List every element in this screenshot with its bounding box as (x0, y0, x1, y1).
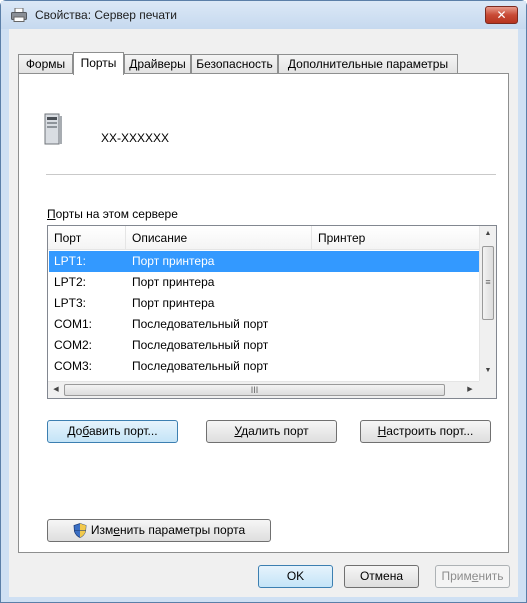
description-cell: Порт принтера (132, 296, 215, 310)
window-title: Свойства: Сервер печати (35, 8, 177, 22)
tab-forms[interactable]: Формы (18, 54, 73, 74)
port-cell: LPT1: (54, 254, 87, 268)
dialog-window: Свойства: Сервер печати ✕ Формы Порты Др… (0, 0, 527, 603)
column-header-printer[interactable]: Принтер (312, 226, 480, 250)
printer-icon (11, 8, 27, 22)
port-row[interactable]: COM3: Последовательный порт (49, 356, 479, 377)
scroll-up-icon[interactable]: ▲ (482, 230, 494, 237)
add-port-button[interactable]: Добавить порт... (47, 420, 178, 443)
port-row[interactable]: LPT1: Порт принтера (49, 251, 479, 272)
port-row[interactable]: COM2: Последовательный порт (49, 335, 479, 356)
port-cell: COM3: (54, 359, 93, 373)
close-icon: ✕ (496, 8, 507, 22)
configure-port-button[interactable]: Настроить порт... (360, 420, 491, 443)
delete-port-button[interactable]: Удалить порт (206, 420, 337, 443)
column-header-port[interactable]: Порт (48, 226, 126, 250)
tab-panel-ports: XX-XXXXXX Порты на этом сервере Порт Опи… (18, 73, 509, 553)
port-cell: COM2: (54, 338, 93, 352)
scrollbar-corner (479, 381, 496, 398)
cancel-button[interactable]: Отмена (344, 565, 419, 588)
server-name: XX-XXXXXX (101, 131, 170, 145)
tab-drivers[interactable]: Драйверы (124, 54, 191, 74)
port-cell: LPT2: (54, 275, 87, 289)
apply-button[interactable]: Применить (435, 565, 510, 588)
title-bar[interactable]: Свойства: Сервер печати ✕ (1, 1, 526, 29)
port-cell: COM1: (54, 317, 93, 331)
close-button[interactable]: ✕ (485, 6, 518, 24)
scroll-right-icon[interactable]: ▶ (464, 385, 476, 393)
description-cell: Порт принтера (132, 254, 215, 268)
scroll-down-icon[interactable]: ▼ (482, 367, 494, 374)
divider (46, 174, 496, 175)
uac-shield-icon (73, 523, 87, 539)
dialog-client-area: Формы Порты Драйверы Безопасность Дополн… (9, 29, 518, 597)
change-port-settings-button[interactable]: Изменить параметры порта (47, 519, 271, 542)
tab-advanced[interactable]: Дополнительные параметры (278, 54, 458, 74)
horizontal-scrollbar[interactable]: ◀ III ▶ (48, 381, 480, 398)
server-icon (44, 113, 62, 145)
ports-section-label: Порты на этом сервере (47, 207, 178, 221)
port-row[interactable]: COM1: Последовательный порт (49, 314, 479, 335)
description-cell: Последовательный порт (132, 359, 269, 373)
horizontal-scroll-thumb[interactable]: III (64, 384, 445, 396)
port-row[interactable]: LPT3: Порт принтера (49, 293, 479, 314)
scroll-left-icon[interactable]: ◀ (50, 385, 62, 393)
port-cell: LPT3: (54, 296, 87, 310)
description-cell: Последовательный порт (132, 338, 269, 352)
vertical-scroll-thumb[interactable]: ≡ (482, 246, 494, 320)
description-cell: Порт принтера (132, 275, 215, 289)
ports-list-header: Порт Описание Принтер (48, 226, 480, 250)
ok-button[interactable]: OK (258, 565, 333, 588)
description-cell: Последовательный порт (132, 317, 269, 331)
tab-security[interactable]: Безопасность (191, 54, 278, 74)
vertical-scrollbar[interactable]: ▲ ≡ ▼ (479, 226, 496, 381)
column-header-description[interactable]: Описание (126, 226, 312, 250)
port-row[interactable]: LPT2: Порт принтера (49, 272, 479, 293)
ports-list[interactable]: Порт Описание Принтер LPT1: Порт принтера… (47, 225, 497, 399)
tab-ports[interactable]: Порты (73, 52, 124, 75)
